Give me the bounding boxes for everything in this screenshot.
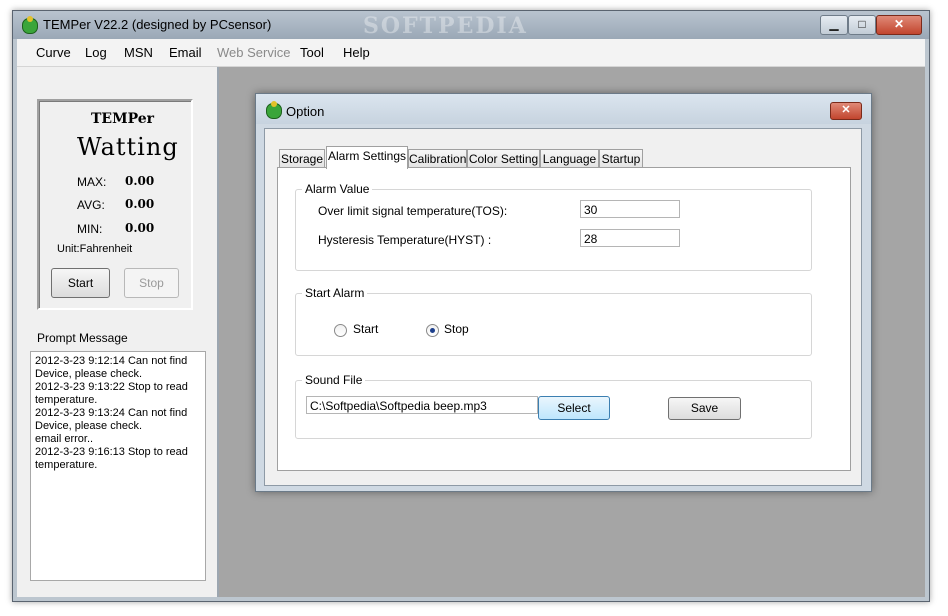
log-line: 2012-3-23 9:12:14 Can not find — [35, 355, 188, 367]
tab-language[interactable]: Language — [540, 149, 599, 168]
menu-log[interactable]: Log — [85, 45, 107, 60]
hyst-label: Hysteresis Temperature(HYST) : — [318, 233, 492, 247]
start-alarm-stop-radio[interactable] — [426, 324, 439, 337]
window-title: TEMPer V22.2 (designed by PCsensor) — [43, 17, 272, 32]
save-button[interactable]: Save — [668, 397, 741, 420]
sound-file-title: Sound File — [302, 373, 366, 387]
unit-label: Unit:Fahrenheit — [57, 243, 133, 255]
menu-email[interactable]: Email — [169, 45, 202, 60]
log-line: Device, please check. — [35, 368, 142, 380]
menu-bar: Curve Log MSN Email Web Service Tool Hel… — [17, 39, 925, 67]
dialog-close-button[interactable]: ✕ — [830, 102, 862, 120]
select-button[interactable]: Select — [538, 396, 610, 420]
tab-calibration[interactable]: Calibration — [408, 149, 467, 168]
minimize-button[interactable]: ▁ — [820, 15, 848, 35]
log-line: Device, please check. — [35, 420, 142, 432]
hyst-input[interactable]: 28 — [580, 229, 680, 247]
alarm-value-title: Alarm Value — [302, 182, 373, 196]
stop-button[interactable]: Stop — [124, 268, 179, 298]
log-line: 2012-3-23 9:16:13 Stop to read — [35, 446, 188, 458]
prompt-message-log[interactable]: 2012-3-23 9:12:14 Can not find Device, p… — [30, 351, 206, 581]
dialog-title-bar[interactable]: Option ✕ — [256, 94, 871, 124]
tab-startup[interactable]: Startup — [599, 149, 643, 168]
menu-web-service[interactable]: Web Service — [217, 45, 290, 60]
menu-tool[interactable]: Tool — [300, 45, 324, 60]
log-line: 2012-3-23 9:13:24 Can not find — [35, 407, 188, 419]
prompt-message-title: Prompt Message — [37, 331, 128, 345]
sound-file-path-input[interactable]: C:\Softpedia\Softpedia beep.mp3 — [306, 396, 538, 414]
alarm-value-group: Alarm Value Over limit signal temperatur… — [295, 182, 812, 271]
alarm-settings-page: Alarm Value Over limit signal temperatur… — [277, 167, 851, 471]
max-label: MAX: — [77, 175, 107, 189]
temperature-display: TEMPer Watting MAX: 0.00 AVG: 0.00 MIN: … — [37, 99, 193, 310]
tos-input[interactable]: 30 — [580, 200, 680, 218]
left-panel: TEMPer Watting MAX: 0.00 AVG: 0.00 MIN: … — [17, 67, 219, 597]
maximize-button[interactable]: □ — [848, 15, 876, 35]
menu-curve[interactable]: Curve — [36, 45, 71, 60]
stop-radio-label: Stop — [444, 322, 469, 336]
state-label: Watting — [77, 133, 179, 161]
dialog-app-icon — [266, 101, 282, 119]
dialog-title: Option — [286, 104, 325, 119]
start-button[interactable]: Start — [51, 268, 110, 298]
tab-color-setting[interactable]: Color Setting — [467, 149, 540, 168]
app-icon — [22, 16, 38, 34]
log-line: 2012-3-23 9:13:22 Stop to read — [35, 381, 188, 393]
watermark: SOFTPEDIA — [363, 13, 528, 39]
sound-file-group: Sound File C:\Softpedia\Softpedia beep.m… — [295, 373, 812, 439]
title-bar[interactable]: TEMPer V22.2 (designed by PCsensor) SOFT… — [13, 11, 929, 39]
avg-label: AVG: — [77, 198, 105, 212]
avg-value: 0.00 — [125, 197, 155, 211]
log-line: temperature. — [35, 394, 98, 406]
min-label: MIN: — [77, 222, 103, 236]
start-alarm-start-radio[interactable] — [334, 324, 347, 337]
max-value: 0.00 — [125, 174, 155, 188]
log-line: email error.. — [35, 433, 94, 445]
brand-label: TEMPer — [91, 111, 155, 127]
tab-storage[interactable]: Storage — [279, 149, 325, 168]
tos-label: Over limit signal temperature(TOS): — [318, 204, 508, 218]
dialog-body: Storage Alarm Settings Calibration Color… — [264, 128, 862, 486]
start-alarm-group: Start Alarm Start Stop — [295, 286, 812, 356]
menu-help[interactable]: Help — [343, 45, 370, 60]
option-dialog: Option ✕ Storage Alarm Settings Calibrat… — [255, 93, 872, 492]
min-value: 0.00 — [125, 221, 155, 235]
tab-alarm-settings[interactable]: Alarm Settings — [326, 146, 408, 169]
start-alarm-title: Start Alarm — [302, 286, 368, 300]
log-line: temperature. — [35, 459, 98, 471]
start-radio-label: Start — [353, 322, 379, 336]
close-button[interactable]: ✕ — [876, 15, 922, 35]
menu-msn[interactable]: MSN — [124, 45, 153, 60]
